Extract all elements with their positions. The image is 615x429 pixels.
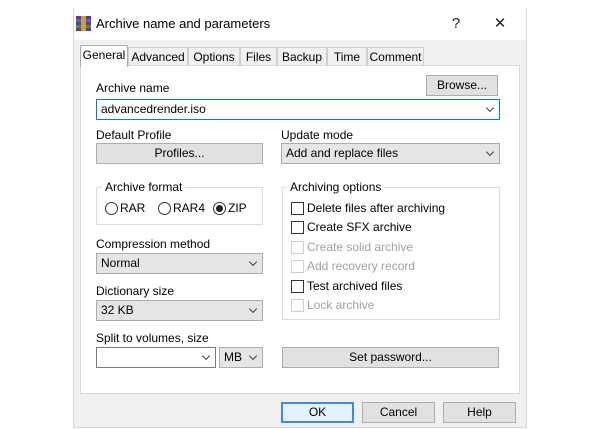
help-button[interactable]: Help [443, 402, 516, 423]
radio-zip[interactable] [213, 202, 226, 215]
chevron-down-icon[interactable] [485, 100, 495, 119]
tab-general[interactable]: General [80, 45, 128, 67]
checkbox-create-sfx-label[interactable]: Create SFX archive [307, 220, 412, 234]
cancel-button[interactable]: Cancel [362, 402, 435, 423]
checkbox-delete-files-label[interactable]: Delete files after archiving [307, 201, 445, 215]
update-mode-label: Update mode [281, 128, 354, 142]
tab-backup[interactable]: Backup [277, 47, 327, 65]
title-bar: Archive name and parameters ? ✕ [74, 8, 526, 40]
archiving-options-label: Archiving options [287, 180, 385, 194]
split-volumes-label: Split to volumes, size [96, 331, 209, 345]
archive-name-input[interactable]: advancedrender.iso [101, 102, 206, 116]
radio-zip-label[interactable]: ZIP [228, 201, 247, 215]
ok-button[interactable]: OK [281, 402, 354, 423]
chevron-down-icon[interactable] [248, 301, 258, 320]
tab-time[interactable]: Time [327, 47, 367, 65]
radio-rar4[interactable] [158, 202, 171, 215]
chevron-down-icon[interactable] [201, 348, 211, 367]
split-unit-value: MB [224, 350, 242, 364]
checkbox-test-files[interactable] [291, 280, 304, 293]
checkbox-recovery-record-label: Add recovery record [307, 259, 416, 273]
window-title: Archive name and parameters [96, 16, 271, 31]
tab-advanced[interactable]: Advanced [128, 47, 188, 65]
help-title-button[interactable]: ? [446, 14, 466, 34]
compression-method-label: Compression method [96, 237, 211, 251]
default-profile-label: Default Profile [96, 128, 172, 142]
set-password-button[interactable]: Set password... [282, 347, 499, 368]
checkbox-create-solid-label: Create solid archive [307, 240, 414, 254]
browse-button[interactable]: Browse... [426, 75, 498, 96]
dictionary-size-select[interactable]: 32 KB [96, 300, 263, 321]
tab-options[interactable]: Options [188, 47, 240, 65]
dictionary-size-value: 32 KB [101, 303, 134, 317]
checkbox-test-files-label[interactable]: Test archived files [307, 279, 402, 293]
chevron-down-icon[interactable] [248, 254, 258, 273]
split-unit-select[interactable]: MB [219, 347, 263, 368]
radio-rar[interactable] [105, 202, 118, 215]
update-mode-select[interactable]: Add and replace files [281, 143, 500, 164]
profiles-button[interactable]: Profiles... [96, 143, 263, 164]
checkbox-delete-files[interactable] [291, 202, 304, 215]
checkbox-recovery-record [291, 260, 304, 273]
split-size-combo[interactable] [96, 347, 216, 368]
checkbox-create-sfx[interactable] [291, 221, 304, 234]
winrar-icon [76, 16, 91, 31]
checkbox-lock-archive-label: Lock archive [307, 298, 375, 312]
compression-method-select[interactable]: Normal [96, 253, 263, 274]
archive-name-label: Archive name [96, 81, 170, 95]
chevron-down-icon[interactable] [248, 348, 258, 367]
checkbox-create-solid [291, 241, 304, 254]
compression-method-value: Normal [101, 256, 140, 270]
dictionary-size-label: Dictionary size [96, 284, 175, 298]
archive-name-combo[interactable]: advancedrender.iso [96, 99, 500, 120]
close-button[interactable]: ✕ [490, 14, 510, 34]
tab-comment[interactable]: Comment [367, 47, 424, 65]
radio-rar-label[interactable]: RAR [120, 201, 145, 215]
checkbox-lock-archive [291, 299, 304, 312]
update-mode-value: Add and replace files [286, 146, 399, 160]
tab-files[interactable]: Files [240, 47, 277, 65]
radio-rar4-label[interactable]: RAR4 [173, 201, 205, 215]
archive-format-label: Archive format [102, 180, 186, 194]
chevron-down-icon[interactable] [485, 144, 495, 163]
